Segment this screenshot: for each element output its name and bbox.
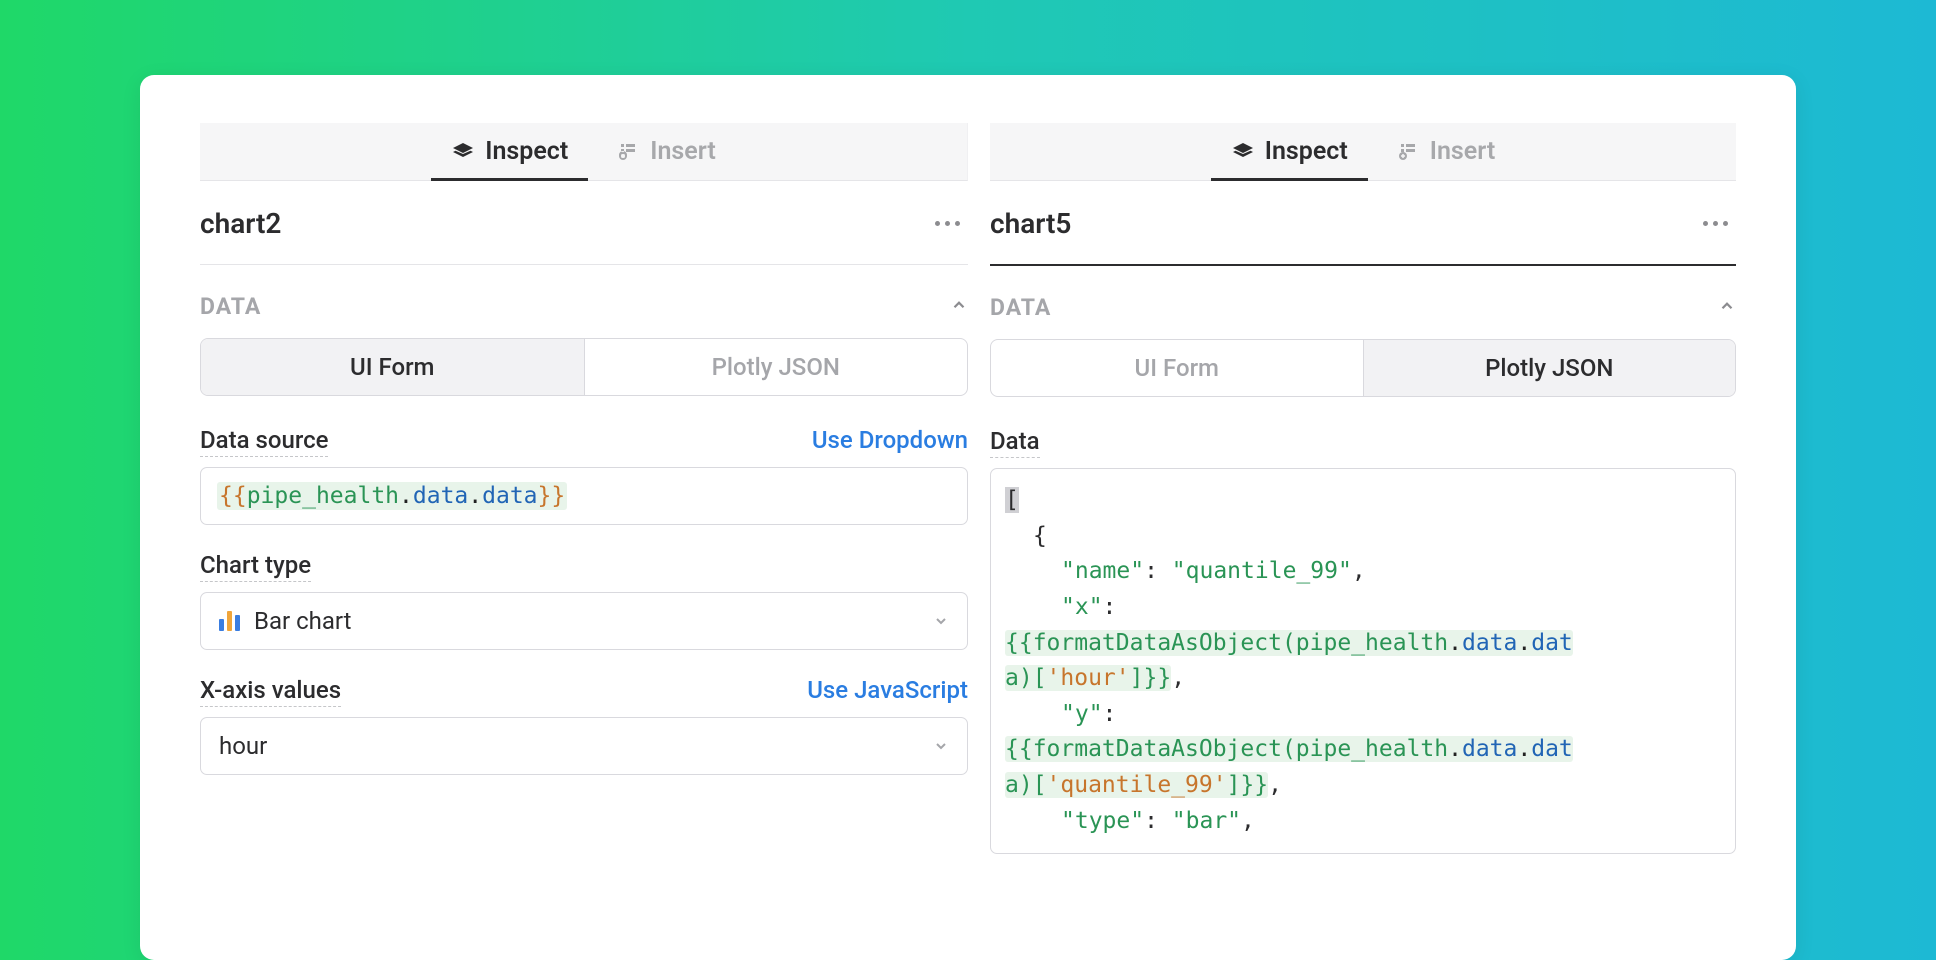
field-label: X-axis values (200, 676, 341, 707)
field-label: Chart type (200, 551, 311, 582)
section-title: DATA (200, 293, 261, 320)
tab-label: Inspect (485, 137, 568, 166)
more-menu-button[interactable] (927, 213, 968, 234)
field-chart-type: Chart type (200, 551, 968, 582)
tab-label: Inspect (1265, 137, 1348, 166)
tab-inspect-right[interactable]: Inspect (1231, 123, 1348, 180)
bar-chart-icon (219, 611, 240, 631)
toggle-ui-form[interactable]: UI Form (201, 339, 585, 395)
section-title: DATA (990, 294, 1051, 321)
section-header-data[interactable]: DATA (990, 266, 1736, 339)
tab-label: Insert (650, 137, 715, 166)
more-menu-button[interactable] (1695, 213, 1736, 234)
chevron-down-icon (933, 732, 949, 760)
tab-insert-left[interactable]: Insert (616, 123, 715, 180)
toggle-plotly-json[interactable]: Plotly JSON (1363, 340, 1736, 396)
chevron-up-icon[interactable] (950, 296, 968, 318)
data-mode-toggle: UI Form Plotly JSON (990, 339, 1736, 397)
select-value: hour (219, 732, 267, 760)
use-dropdown-link[interactable]: Use Dropdown (812, 426, 968, 454)
layers-icon (1231, 140, 1255, 164)
use-javascript-link[interactable]: Use JavaScript (807, 676, 968, 704)
panel-title[interactable]: chart2 (200, 207, 281, 240)
tab-bar-right: Inspect Insert (990, 123, 1736, 181)
chevron-up-icon[interactable] (1718, 297, 1736, 319)
tab-insert-right[interactable]: Insert (1396, 123, 1495, 180)
panel-title[interactable]: chart5 (990, 207, 1071, 240)
tab-bar-left: Inspect Insert (200, 123, 968, 181)
section-header-data[interactable]: DATA (200, 265, 968, 338)
right-panel: Inspect Insert chart5 DATA (968, 75, 1796, 960)
chart-type-select[interactable]: Bar chart (200, 592, 968, 650)
insert-icon (1396, 140, 1420, 164)
field-label: Data source (200, 426, 328, 457)
data-source-input[interactable]: {{pipe_health.data.data}} (200, 467, 968, 525)
select-value: Bar chart (254, 607, 352, 635)
app-window: Inspect Insert chart2 DATA (140, 75, 1796, 960)
plotly-json-editor[interactable]: [ {"name": "quantile_99","x": {{formatDa… (990, 468, 1736, 854)
panel-header-right: chart5 (990, 181, 1736, 266)
xaxis-select[interactable]: hour (200, 717, 968, 775)
chevron-down-icon (933, 607, 949, 635)
data-mode-toggle: UI Form Plotly JSON (200, 338, 968, 396)
left-panel: Inspect Insert chart2 DATA (140, 75, 968, 960)
toggle-plotly-json[interactable]: Plotly JSON (585, 339, 968, 395)
field-data: Data (990, 427, 1736, 458)
tab-label: Insert (1430, 137, 1495, 166)
field-label: Data (990, 427, 1040, 458)
layers-icon (451, 140, 475, 164)
tab-inspect-left[interactable]: Inspect (451, 123, 568, 180)
insert-icon (616, 140, 640, 164)
toggle-ui-form[interactable]: UI Form (991, 340, 1363, 396)
field-data-source: Data source Use Dropdown (200, 426, 968, 457)
field-xaxis: X-axis values Use JavaScript (200, 676, 968, 707)
panel-header-left: chart2 (200, 181, 968, 265)
